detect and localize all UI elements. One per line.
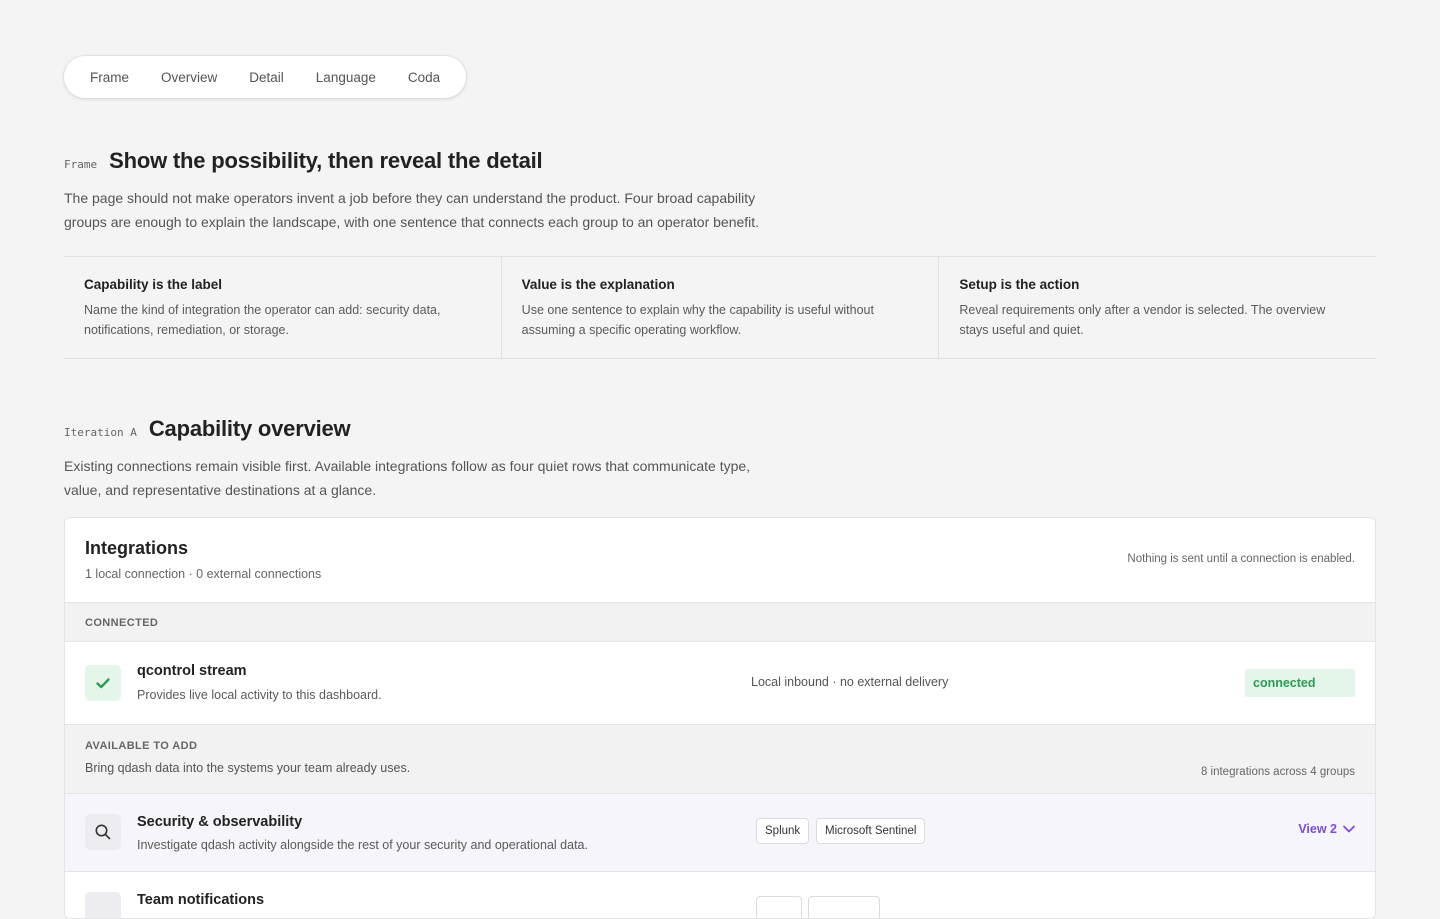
iteration-section: Iteration A Capability overview Existing…: [64, 416, 1376, 502]
iteration-eyebrow: Iteration A: [64, 426, 137, 439]
panel-title: Integrations: [85, 538, 189, 558]
view-vendors-link[interactable]: View 2: [1298, 822, 1355, 836]
nav-frame[interactable]: Frame: [79, 70, 140, 85]
principle-body: Use one sentence to explain why the capa…: [521, 303, 874, 337]
frame-section: Frame Show the possibility, then reveal …: [64, 148, 1376, 359]
view-vendors-label: View 2: [1298, 822, 1337, 836]
principle-body: Reveal requirements only after a vendor …: [959, 303, 1326, 337]
bell-icon: [85, 892, 121, 918]
section-nav: Frame Overview Detail Language Coda: [64, 56, 467, 98]
nav-coda[interactable]: Coda: [397, 70, 451, 85]
nav-language[interactable]: Language: [305, 70, 387, 85]
search-icon: [85, 814, 121, 850]
frame-heading: Frame Show the possibility, then reveal …: [64, 148, 1376, 174]
connected-row-title: qcontrol stream: [137, 663, 247, 679]
capability-row-security[interactable]: Security & observability Investigate qda…: [65, 794, 1375, 872]
vendor-chip: [808, 896, 880, 918]
available-label: AVAILABLE TO ADD: [85, 740, 198, 752]
principles: Capability is the label Name the kind of…: [64, 256, 1376, 359]
connected-row-meta: Local inbound · no external delivery: [751, 675, 949, 689]
vendor-chip: [756, 896, 802, 918]
principle-value: Value is the explanation Use one sentenc…: [500, 257, 939, 358]
connected-row-desc: Provides live local activity to this das…: [137, 688, 382, 702]
principle-title: Capability is the label: [84, 277, 223, 292]
principle-title: Value is the explanation: [521, 277, 675, 292]
vendor-chip: Splunk: [756, 818, 810, 844]
chevron-down-icon: [1343, 825, 1355, 833]
integrations-panel: Integrations 1 local connection · 0 exte…: [64, 517, 1376, 919]
principle-body: Name the kind of integration the operato…: [84, 303, 441, 337]
status-badge: connected: [1245, 669, 1355, 697]
check-icon: [85, 665, 121, 701]
principle-title: Setup is the action: [959, 277, 1080, 292]
iteration-heading: Iteration A Capability overview: [64, 416, 1376, 442]
panel-subtitle: 1 local connection · 0 external connecti…: [85, 567, 322, 581]
capability-title: Team notifications: [137, 892, 265, 908]
iteration-lead: Existing connections remain visible firs…: [64, 458, 751, 498]
frame-lead: The page should not make operators inven…: [64, 190, 760, 230]
capability-row-notifications[interactable]: Team notifications: [65, 872, 1375, 918]
available-group-header: AVAILABLE TO ADD Bring qdash data into t…: [65, 725, 1375, 794]
nav-overview[interactable]: Overview: [150, 70, 228, 85]
capability-title: Security & observability: [137, 814, 303, 830]
frame-eyebrow: Frame: [64, 158, 98, 171]
nav-detail[interactable]: Detail: [238, 70, 295, 85]
vendor-chip: Microsoft Sentinel: [816, 818, 926, 844]
available-desc: Bring qdash data into the systems your t…: [85, 761, 411, 775]
iteration-title: Capability overview: [148, 416, 351, 441]
panel-note: Nothing is sent until a connection is en…: [1127, 553, 1355, 565]
connected-row[interactable]: qcontrol stream Provides live local acti…: [65, 642, 1375, 725]
connected-label: CONNECTED: [85, 617, 159, 629]
capability-desc: Investigate qdash activity alongside the…: [137, 838, 588, 852]
available-count: 8 integrations across 4 groups: [1200, 766, 1355, 778]
principle-capability: Capability is the label Name the kind of…: [64, 257, 501, 358]
frame-title: Show the possibility, then reveal the de…: [109, 148, 543, 173]
panel-header: Integrations 1 local connection · 0 exte…: [65, 518, 1375, 603]
connected-group-header: CONNECTED: [65, 603, 1375, 642]
principle-setup: Setup is the action Reveal requirements …: [938, 257, 1376, 358]
